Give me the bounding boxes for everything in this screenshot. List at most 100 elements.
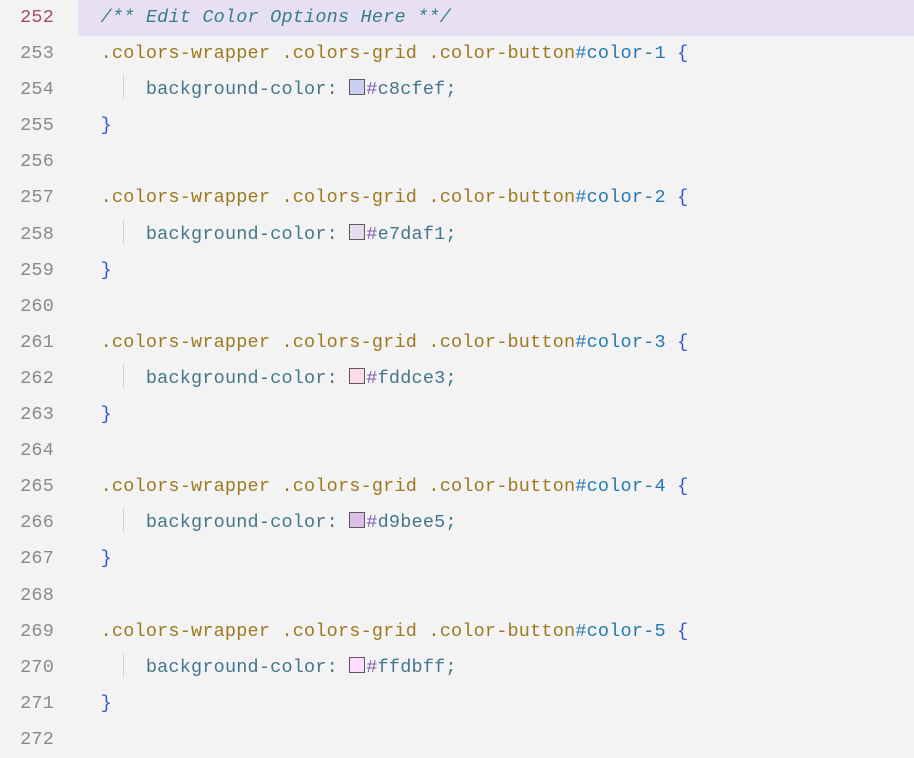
code-line[interactable] [78,289,914,325]
code-line[interactable]: background-color: #c8cfef; [78,72,914,108]
code-line[interactable]: .colors-wrapper .colors-grid .color-butt… [78,469,914,505]
code-line[interactable]: .colors-wrapper .colors-grid .color-butt… [78,614,914,650]
css-id-selector: #color-2 [575,187,665,208]
line-number: 256 [0,144,54,180]
line-number: 272 [0,722,54,758]
brace-close: } [101,260,112,281]
code-line[interactable]: } [78,397,914,433]
code-line[interactable] [78,578,914,614]
css-hex-value: c8cfef [378,79,446,100]
css-class-selector: .colors-grid [281,476,417,497]
code-editor[interactable]: 2522532542552562572582592602612622632642… [0,0,914,738]
css-id-selector: #color-3 [575,332,665,353]
brace-close: } [101,693,112,714]
code-line[interactable]: } [78,686,914,722]
line-number: 258 [0,217,54,253]
line-number: 263 [0,397,54,433]
code-line[interactable]: background-color: #e7daf1; [78,217,914,253]
css-class-selector: .colors-grid [281,332,417,353]
css-class-selector: .colors-wrapper [101,187,271,208]
hash-symbol: # [366,368,377,389]
hash-symbol: # [366,224,377,245]
code-line[interactable]: } [78,541,914,577]
css-property: background-color [146,79,327,100]
brace-open: { [677,332,688,353]
indent-guide [123,364,124,388]
code-line[interactable]: background-color: #d9bee5; [78,505,914,541]
brace-open: { [677,621,688,642]
line-number: 255 [0,108,54,144]
hash-symbol: # [366,79,377,100]
css-property: background-color [146,224,327,245]
hash-symbol: # [366,512,377,533]
css-property: background-color [146,512,327,533]
code-line[interactable]: .colors-wrapper .colors-grid .color-butt… [78,325,914,361]
css-class-selector: .colors-grid [281,187,417,208]
css-class-selector: .colors-wrapper [101,43,271,64]
indent-guide [123,508,124,532]
css-class-selector: .colors-grid [281,621,417,642]
brace-open: { [677,43,688,64]
css-hex-value: ffdbff [378,657,446,678]
line-number: 262 [0,361,54,397]
line-number: 253 [0,36,54,72]
code-line[interactable]: background-color: #ffdbff; [78,650,914,686]
css-property: background-color [146,368,327,389]
code-line[interactable]: .colors-wrapper .colors-grid .color-butt… [78,180,914,216]
line-number: 259 [0,253,54,289]
indent-guide [123,653,124,677]
color-swatch-icon[interactable] [349,79,365,95]
css-property: background-color [146,657,327,678]
brace-open: { [677,476,688,497]
color-swatch-icon[interactable] [349,512,365,528]
line-number: 261 [0,325,54,361]
css-class-selector: .colors-wrapper [101,621,271,642]
css-class-selector: .color-button [428,187,575,208]
css-class-selector: .color-button [428,476,575,497]
css-hex-value: e7daf1 [378,224,446,245]
line-number: 265 [0,469,54,505]
brace-open: { [677,187,688,208]
hash-symbol: # [366,657,377,678]
line-number: 252 [0,0,54,36]
line-number: 264 [0,433,54,469]
indent-guide [123,75,124,99]
line-number: 270 [0,650,54,686]
line-number: 269 [0,614,54,650]
code-line[interactable]: } [78,108,914,144]
css-class-selector: .color-button [428,332,575,353]
line-number: 267 [0,541,54,577]
css-id-selector: #color-4 [575,476,665,497]
css-id-selector: #color-1 [575,43,665,64]
css-class-selector: .colors-wrapper [101,332,271,353]
css-class-selector: .colors-wrapper [101,476,271,497]
brace-close: } [101,548,112,569]
code-line[interactable] [78,722,914,758]
code-line[interactable]: } [78,253,914,289]
code-area[interactable]: /** Edit Color Options Here **/ .colors-… [78,0,914,738]
code-line[interactable]: /** Edit Color Options Here **/ [78,0,914,36]
line-number: 266 [0,505,54,541]
color-swatch-icon[interactable] [349,657,365,673]
css-id-selector: #color-5 [575,621,665,642]
color-swatch-icon[interactable] [349,224,365,240]
css-hex-value: fddce3 [378,368,446,389]
line-number: 271 [0,686,54,722]
code-line[interactable]: background-color: #fddce3; [78,361,914,397]
indent-guide [123,220,124,244]
color-swatch-icon[interactable] [349,368,365,384]
css-class-selector: .color-button [428,621,575,642]
line-number: 260 [0,289,54,325]
line-number: 268 [0,578,54,614]
css-hex-value: d9bee5 [378,512,446,533]
line-number: 254 [0,72,54,108]
code-line[interactable] [78,144,914,180]
css-class-selector: .color-button [428,43,575,64]
brace-close: } [101,115,112,136]
line-number-gutter: 2522532542552562572582592602612622632642… [0,0,78,738]
line-number: 257 [0,180,54,216]
css-comment: /** Edit Color Options Here **/ [101,7,451,28]
code-line[interactable]: .colors-wrapper .colors-grid .color-butt… [78,36,914,72]
code-line[interactable] [78,433,914,469]
brace-close: } [101,404,112,425]
